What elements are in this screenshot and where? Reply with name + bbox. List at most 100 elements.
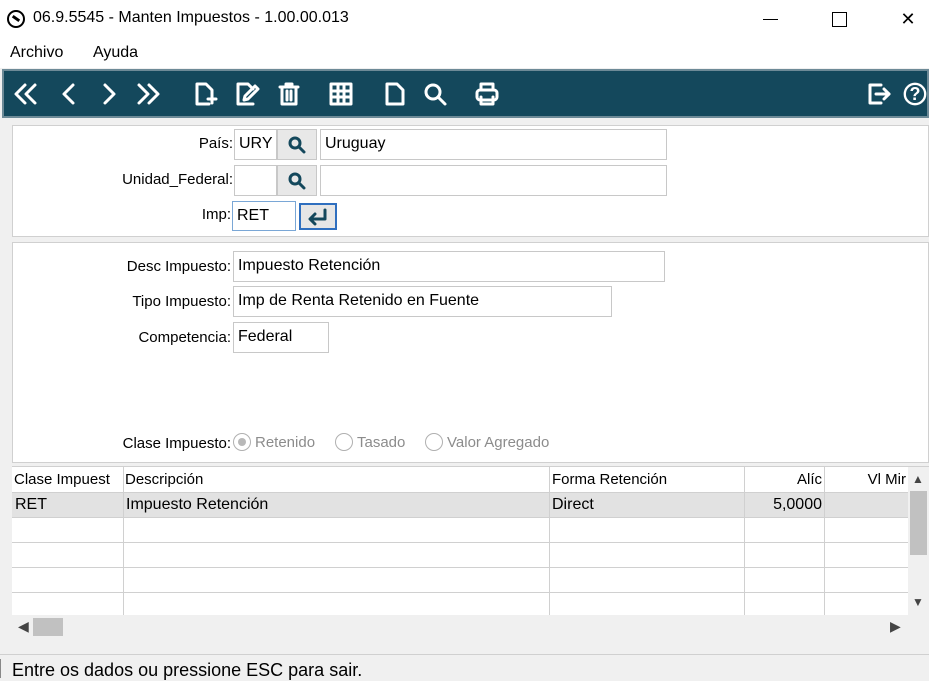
radio-retenido-label: Retenido — [255, 433, 316, 451]
print-icon — [475, 82, 499, 106]
vertical-scrollbar[interactable]: ▲ ▼ — [908, 467, 929, 615]
print-button[interactable] — [472, 77, 502, 111]
grid-header: Clase Impuest Descripción Forma Retenció… — [12, 467, 908, 493]
horizontal-scrollbar[interactable]: ◀ ▶ — [12, 615, 929, 639]
cell-descripcion: Impuesto Retención — [126, 496, 269, 513]
radio-unchecked-icon — [335, 433, 353, 451]
search-icon — [424, 83, 447, 106]
radio-valor-agregado[interactable]: Valor Agregado — [425, 433, 549, 451]
column-divider — [123, 467, 124, 615]
table-row-empty[interactable] — [12, 543, 908, 568]
close-button[interactable]: ✕ — [873, 0, 929, 38]
scroll-down-icon[interactable]: ▼ — [912, 595, 924, 609]
unidad-federal-lookup-button[interactable] — [277, 165, 317, 196]
column-header-vl-min[interactable]: Vl Mir — [826, 471, 906, 488]
new-record-button[interactable] — [190, 77, 220, 111]
header-form-panel: País: URY Uruguay Unidad_Federal: Imp: R… — [12, 125, 929, 237]
exit-icon — [868, 83, 891, 105]
radio-tasado[interactable]: Tasado — [335, 433, 405, 451]
radio-tasado-label: Tasado — [357, 433, 406, 451]
column-header-clase[interactable]: Clase Impuest — [14, 471, 122, 488]
last-icon — [137, 83, 160, 105]
title-bar: 06.9.5545 - Manten Impuestos - 1.00.00.0… — [0, 0, 929, 38]
delete-record-button[interactable] — [274, 77, 304, 111]
column-divider — [549, 467, 550, 615]
menu-ayuda[interactable]: Ayuda — [93, 44, 138, 62]
column-header-alic[interactable]: Alíc — [746, 471, 822, 488]
help-label: ? — [909, 83, 921, 104]
first-icon — [14, 83, 37, 105]
menu-archivo[interactable]: Archivo — [10, 44, 63, 62]
close-icon: ✕ — [900, 8, 916, 29]
table-row[interactable]: RET Impuesto Retención Direct 5,0000 — [12, 493, 908, 518]
enter-icon — [308, 208, 327, 225]
search-button[interactable] — [420, 77, 450, 111]
maximize-icon — [831, 11, 847, 27]
radio-valor-agregado-label: Valor Agregado — [447, 433, 550, 451]
tipo-impuesto-field[interactable]: Imp de Renta Retenido en Fuente — [233, 286, 612, 317]
imp-field[interactable]: RET — [232, 201, 296, 231]
search-icon — [288, 136, 306, 153]
new-record-icon — [195, 82, 218, 106]
clase-impuesto-label: Clase Impuesto: — [122, 435, 231, 452]
column-divider — [744, 467, 745, 615]
exit-button[interactable] — [864, 77, 894, 111]
pais-lookup-button[interactable] — [277, 129, 317, 160]
blank-document-button[interactable] — [380, 77, 410, 111]
pais-code-field[interactable]: URY — [234, 129, 277, 160]
imp-label: Imp: — [201, 206, 231, 223]
next-record-button[interactable] — [94, 77, 124, 111]
unidad-federal-name-field — [320, 165, 667, 196]
horizontal-scroll-thumb[interactable] — [33, 618, 63, 636]
unidad-federal-code-field[interactable] — [234, 165, 277, 196]
cell-clase: RET — [15, 496, 47, 513]
pais-name-field: Uruguay — [320, 129, 667, 160]
status-bar: Entre os dados ou pressione ESC para sai… — [0, 654, 929, 681]
edit-record-button[interactable] — [232, 77, 262, 111]
confirm-button[interactable] — [299, 203, 337, 230]
toolbar: ? — [2, 69, 929, 118]
table-row-empty[interactable] — [12, 568, 908, 593]
vertical-scroll-thumb[interactable] — [910, 491, 927, 555]
column-header-forma-retencion[interactable]: Forma Retención — [552, 471, 742, 488]
previous-icon — [62, 83, 75, 105]
competencia-field[interactable]: Federal — [233, 322, 329, 353]
column-header-descripcion[interactable]: Descripción — [125, 471, 545, 488]
delete-icon — [278, 82, 300, 106]
radio-unchecked-icon — [425, 433, 443, 451]
window-title: 06.9.5545 - Manten Impuestos - 1.00.00.0… — [33, 9, 349, 26]
data-grid: Clase Impuest Descripción Forma Retenció… — [12, 466, 929, 639]
minimize-icon — [762, 18, 778, 20]
status-message: Entre os dados ou pressione ESC para sai… — [12, 660, 363, 680]
edit-icon — [236, 82, 260, 106]
previous-record-button[interactable] — [54, 77, 84, 111]
detail-form-panel: Desc Impuesto: Impuesto Retención Tipo I… — [12, 242, 929, 463]
unidad-federal-label: Unidad_Federal: — [122, 171, 233, 188]
blank-document-icon — [385, 82, 405, 106]
tipo-impuesto-label: Tipo Impuesto: — [132, 293, 231, 310]
radio-retenido[interactable]: Retenido — [233, 433, 315, 451]
menu-bar: Archivo Ayuda — [0, 38, 929, 68]
grid-view-button[interactable] — [326, 77, 356, 111]
pais-label: País: — [198, 135, 233, 152]
maximize-button[interactable] — [804, 0, 874, 38]
scroll-right-icon[interactable]: ▶ — [890, 618, 901, 635]
last-record-button[interactable] — [134, 77, 164, 111]
help-button[interactable]: ? — [902, 77, 928, 111]
status-divider — [0, 659, 1, 678]
column-divider — [824, 467, 825, 615]
minimize-button[interactable] — [735, 0, 805, 38]
app-logo-icon — [7, 10, 25, 28]
cell-forma-retencion: Direct — [552, 496, 594, 513]
competencia-label: Competencia: — [138, 329, 231, 346]
next-icon — [103, 83, 116, 105]
table-row-empty[interactable] — [12, 518, 908, 543]
scroll-up-icon[interactable]: ▲ — [912, 472, 924, 486]
grid-icon — [329, 82, 353, 106]
scroll-left-icon[interactable]: ◀ — [18, 618, 29, 635]
cell-alic: 5,0000 — [773, 496, 822, 513]
search-icon — [288, 172, 306, 189]
desc-impuesto-field[interactable]: Impuesto Retención — [233, 251, 665, 282]
first-record-button[interactable] — [10, 77, 40, 111]
desc-impuesto-label: Desc Impuesto: — [126, 258, 231, 275]
